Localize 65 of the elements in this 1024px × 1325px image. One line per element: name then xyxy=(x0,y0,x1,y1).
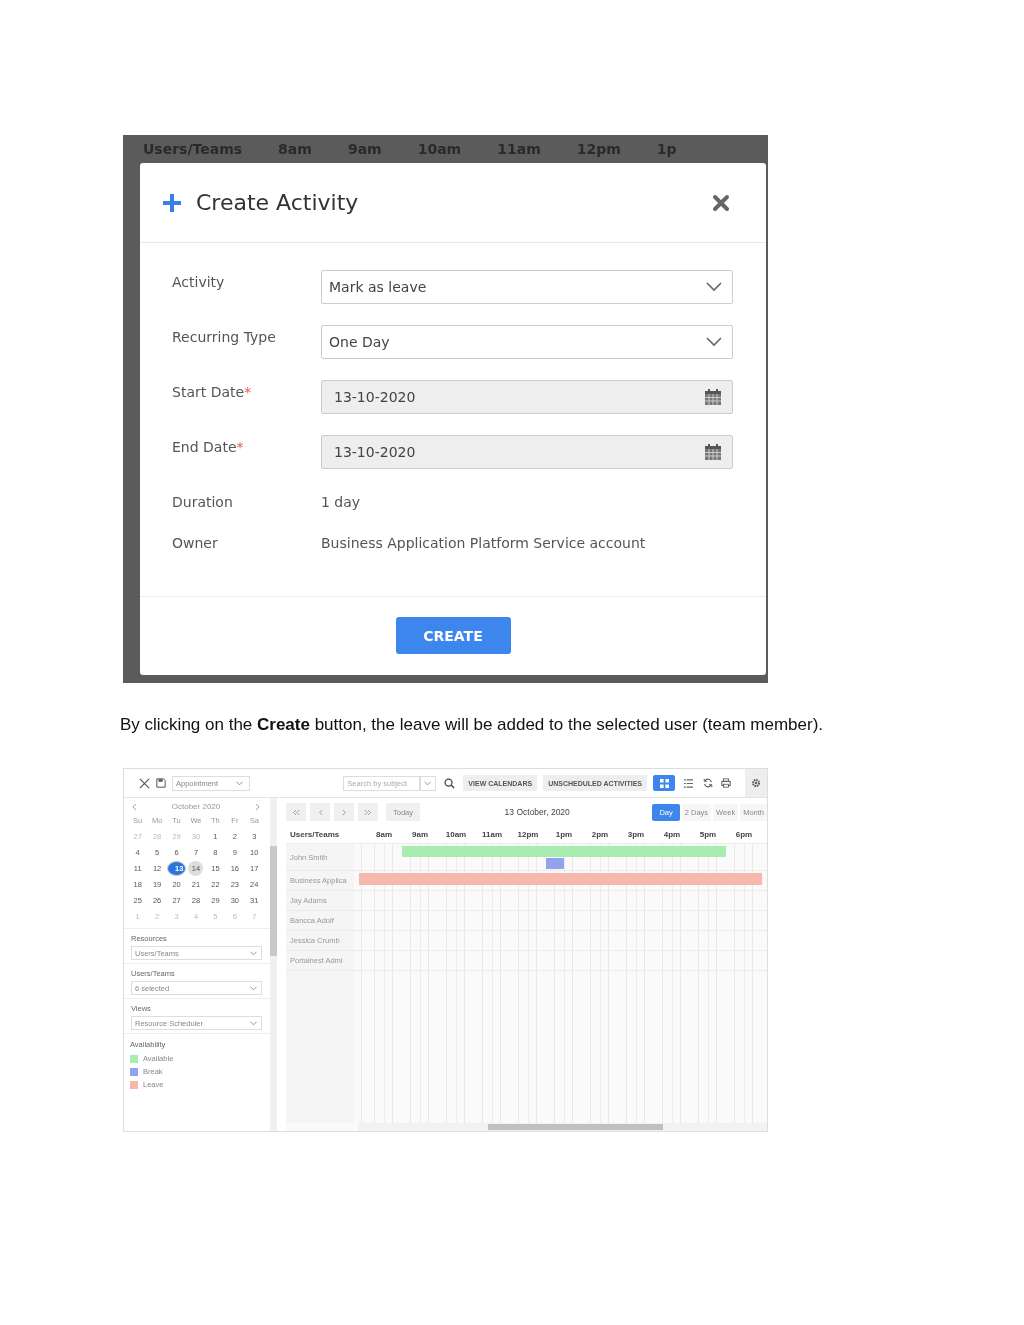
chevron-left-icon[interactable] xyxy=(132,802,137,811)
close-icon[interactable] xyxy=(139,777,150,789)
field-label: Duration xyxy=(172,493,234,510)
last-page-button[interactable] xyxy=(358,803,378,821)
hour-header: 1pm xyxy=(554,830,574,839)
first-page-button[interactable] xyxy=(286,803,306,821)
hour-header: 5pm xyxy=(698,830,718,839)
field-label: Owner xyxy=(172,534,219,551)
month-label: October 2020 xyxy=(171,802,221,811)
create-button[interactable]: CREATE xyxy=(395,617,511,654)
chevron-down-icon xyxy=(236,780,243,786)
chevron-down-icon xyxy=(424,780,432,786)
chevron-right-icon[interactable] xyxy=(255,802,260,811)
chevron-down-icon xyxy=(250,1020,257,1026)
list-icon xyxy=(683,778,693,788)
hour-header: 6pm xyxy=(734,830,754,839)
dialog-title: Create Activity xyxy=(196,190,360,215)
previous-button[interactable] xyxy=(310,803,330,821)
hour-header: 12pm xyxy=(516,830,540,839)
current-date: 13 October, 2020 xyxy=(503,807,571,817)
close-icon[interactable] xyxy=(712,193,730,212)
hour-header: 10am xyxy=(444,830,468,839)
chevron-left-icon xyxy=(317,808,323,816)
field-label: Recurring Type xyxy=(172,328,277,345)
leave-block[interactable] xyxy=(358,873,762,885)
grid-view-button[interactable] xyxy=(653,775,675,791)
hour-header: 2pm xyxy=(590,830,610,839)
search-icon[interactable] xyxy=(444,777,456,789)
field-label: Activity xyxy=(172,273,226,290)
hour-header: 9am xyxy=(411,830,429,839)
settings-icon xyxy=(751,778,761,788)
calendar-icon xyxy=(704,388,722,406)
field-value: Business Application Platform Service account xyxy=(321,534,646,551)
double-chevron-left-icon xyxy=(292,808,300,816)
hour-header: 3pm xyxy=(626,830,646,839)
next-button[interactable] xyxy=(334,803,354,821)
chevron-down-icon xyxy=(250,985,257,991)
date-field[interactable]: 13-10-2020 xyxy=(321,380,733,414)
double-chevron-right-icon xyxy=(364,808,372,816)
chevron-down-icon xyxy=(706,337,722,347)
field-value: 1 day xyxy=(321,493,361,510)
break-block[interactable] xyxy=(546,858,564,869)
search-dropdown-button[interactable] xyxy=(419,775,437,791)
field-label: Start Date* xyxy=(172,383,253,400)
chevron-down-icon xyxy=(706,282,722,292)
available-block[interactable] xyxy=(402,846,726,857)
settings-button[interactable] xyxy=(745,769,767,797)
refresh-icon[interactable] xyxy=(703,778,713,788)
plus-icon xyxy=(162,192,182,213)
scrollbar-thumb[interactable] xyxy=(270,846,277,956)
hour-header: 11am xyxy=(481,830,503,839)
print-icon[interactable] xyxy=(721,778,731,788)
chevron-down-icon xyxy=(250,950,257,956)
hour-header: 4pm xyxy=(662,830,682,839)
calendar-icon xyxy=(704,443,722,461)
save-icon[interactable] xyxy=(156,778,166,788)
select-field[interactable]: Mark as leave xyxy=(321,270,733,304)
caption-text: By clicking on the Create button, the leave will be added to the selected user (team member). xyxy=(120,715,824,735)
grid-icon xyxy=(659,778,669,788)
select-field[interactable]: One Day xyxy=(321,325,733,359)
chevron-right-icon xyxy=(341,808,347,816)
scrollbar-thumb[interactable] xyxy=(488,1124,663,1130)
date-field[interactable]: 13-10-2020 xyxy=(321,435,733,469)
field-label: End Date* xyxy=(172,438,245,455)
hour-header: 8am xyxy=(375,830,393,839)
